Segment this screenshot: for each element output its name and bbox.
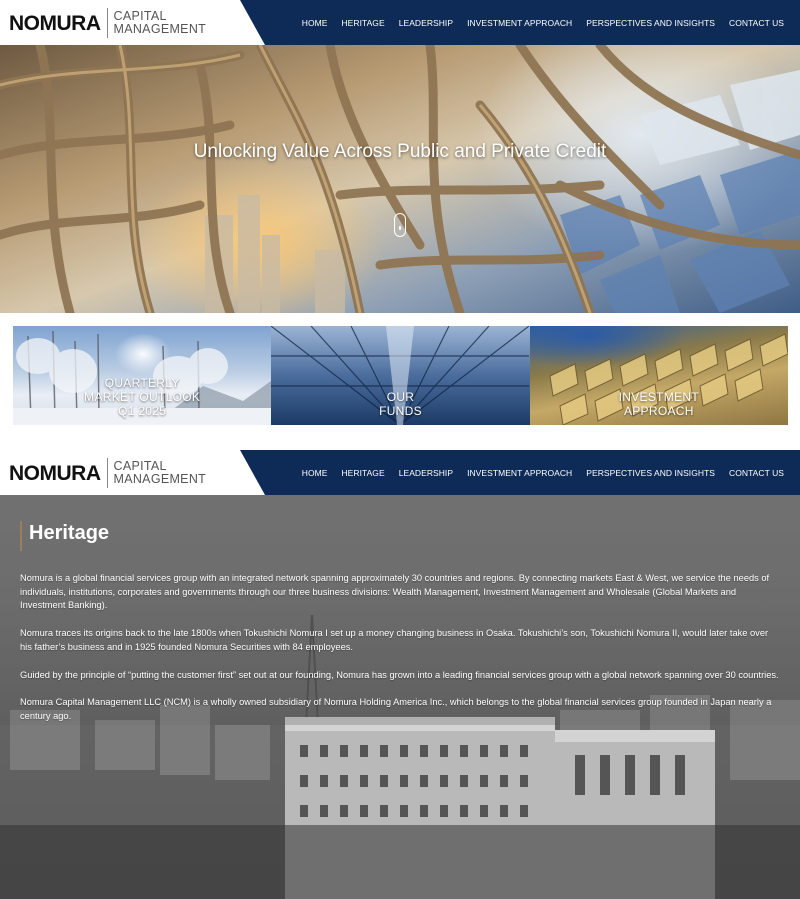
logo-subtitle: CAPITAL MANAGEMENT — [114, 460, 207, 486]
tile-label-investment-approach: INVESTMENT APPROACH — [618, 390, 699, 418]
site-header-sticky: NOMURA CAPITAL MANAGEMENT HOME HERITAGE … — [0, 450, 800, 495]
heritage-heading-block: Heritage — [20, 521, 109, 551]
logo[interactable]: NOMURA CAPITAL MANAGEMENT — [9, 8, 206, 38]
heritage-paragraph: Nomura traces its origins back to the la… — [20, 628, 769, 652]
logo-sub-line-2: MANAGEMENT — [113, 472, 207, 486]
main-nav: HOME HERITAGE LEADERSHIP INVESTMENT APPR… — [302, 450, 784, 495]
nav-leadership[interactable]: LEADERSHIP — [399, 18, 453, 28]
tile-quarterly-market-outlook[interactable]: QUARTERLY MARKET OUTLOOK Q1 2025 — [13, 326, 272, 425]
logo-subtitle: CAPITAL MANAGEMENT — [114, 10, 207, 36]
tile-label-quarterly-market-outlook: QUARTERLY MARKET OUTLOOK Q1 2025 — [84, 376, 201, 418]
heritage-title: Heritage — [29, 522, 110, 544]
logo-wordmark: NOMURA — [9, 11, 101, 35]
heritage-paragraph: Nomura Capital Management LLC (NCM) is a… — [20, 697, 772, 721]
nav-heritage[interactable]: HERITAGE — [341, 18, 384, 28]
heritage-body: Nomura is a global financial services gr… — [20, 572, 780, 738]
feature-tiles: QUARTERLY MARKET OUTLOOK Q1 2025 OUR FUN… — [13, 326, 788, 425]
nav-home[interactable]: HOME — [302, 468, 328, 478]
nav-investment-approach[interactable]: INVESTMENT APPROACH — [467, 18, 572, 28]
logo-divider — [106, 8, 108, 38]
hero-architecture-image — [0, 45, 800, 313]
logo-divider — [106, 458, 108, 488]
nav-contact-us[interactable]: CONTACT US — [729, 18, 784, 28]
logo[interactable]: NOMURA CAPITAL MANAGEMENT — [9, 458, 206, 488]
heritage-paragraph: Guided by the principle of “putting the … — [20, 669, 779, 680]
tile-our-funds[interactable]: OUR FUNDS — [271, 326, 530, 425]
logo-wordmark: NOMURA — [9, 461, 101, 485]
nav-home[interactable]: HOME — [302, 18, 328, 28]
hero-banner: Unlocking Value Across Public and Privat… — [0, 45, 800, 313]
nav-perspectives-and-insights[interactable]: PERSPECTIVES AND INSIGHTS — [586, 468, 715, 478]
nav-heritage[interactable]: HERITAGE — [341, 468, 384, 478]
nav-investment-approach[interactable]: INVESTMENT APPROACH — [467, 468, 572, 478]
nav-leadership[interactable]: LEADERSHIP — [399, 468, 453, 478]
tile-label-our-funds: OUR FUNDS — [379, 390, 422, 418]
heritage-paragraph: Nomura is a global financial services gr… — [20, 573, 770, 611]
heritage-section: Heritage Nomura is a global financial se… — [0, 495, 800, 899]
logo-sub-line-2: MANAGEMENT — [113, 22, 207, 36]
site-header: NOMURA CAPITAL MANAGEMENT HOME HERITAGE … — [0, 0, 800, 45]
main-nav: HOME HERITAGE LEADERSHIP INVESTMENT APPR… — [302, 0, 784, 45]
nav-contact-us[interactable]: CONTACT US — [729, 468, 784, 478]
nav-perspectives-and-insights[interactable]: PERSPECTIVES AND INSIGHTS — [586, 18, 715, 28]
tile-investment-approach[interactable]: INVESTMENT APPROACH — [529, 326, 788, 425]
mouse-scroll-icon[interactable] — [394, 213, 406, 237]
hero-title: Unlocking Value Across Public and Privat… — [193, 141, 607, 162]
